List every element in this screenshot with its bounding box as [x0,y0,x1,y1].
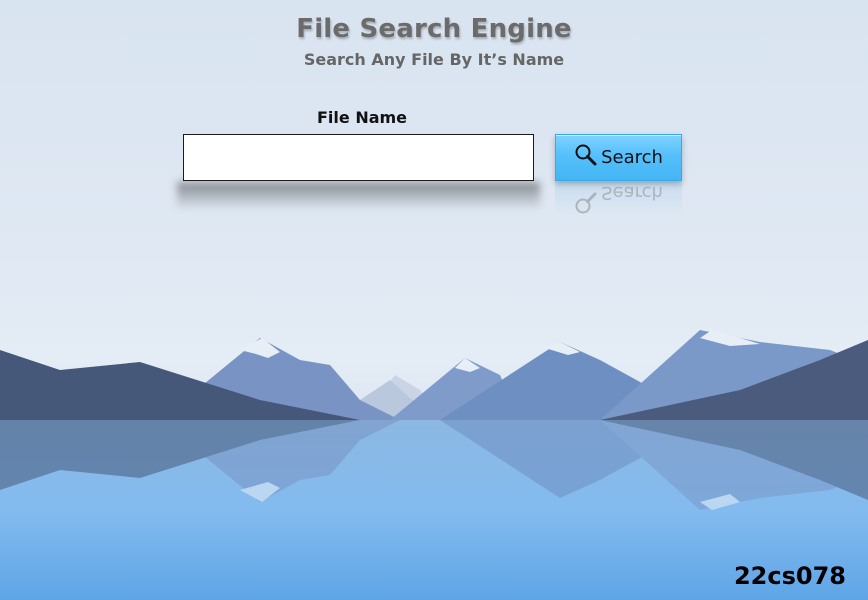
search-icon [574,143,598,172]
search-button[interactable]: Search [555,134,682,181]
search-icon-reflection [574,186,598,215]
mountain-range [0,330,868,420]
page-title: File Search Engine [296,14,572,44]
search-button-reflection: Search [555,181,682,215]
search-button-label: Search [601,147,663,168]
file-name-input[interactable] [183,134,534,181]
file-name-label: File Name [317,108,408,127]
page-subtitle: Search Any File By It’s Name [303,50,565,69]
file-name-input-wrapper [183,134,534,181]
search-button-reflection-label: Search [601,182,663,203]
mountain-lake-scenery [0,330,868,600]
student-id-badge: 22cs078 [733,562,846,590]
